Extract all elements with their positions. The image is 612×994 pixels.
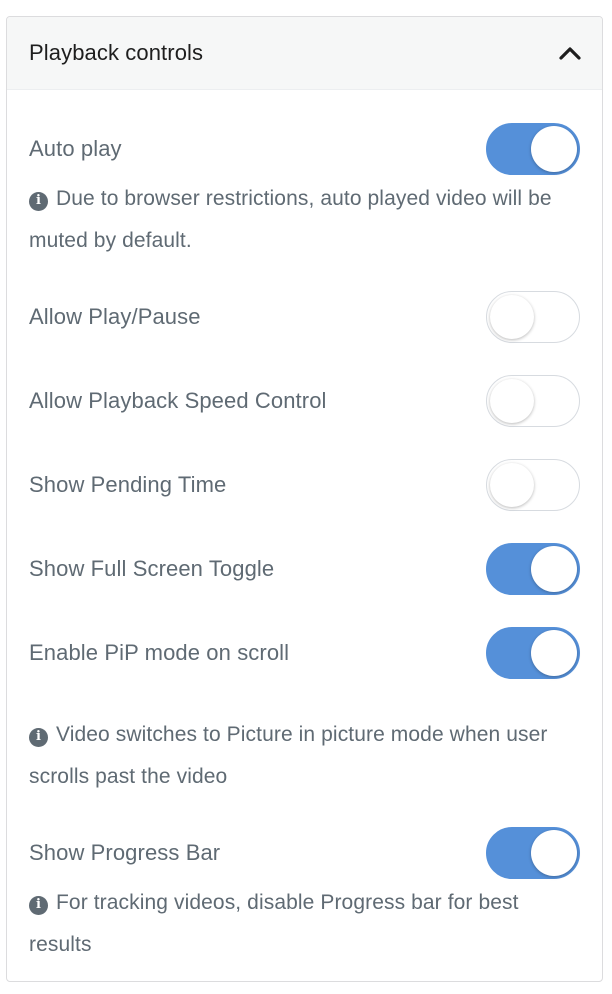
- pending-time-toggle[interactable]: [486, 459, 580, 511]
- setting-row-pending-time: Show Pending Time: [29, 459, 580, 511]
- setting-label-auto-play: Auto play: [29, 136, 122, 161]
- setting-label-playback-speed: Allow Playback Speed Control: [29, 388, 327, 413]
- playback-speed-toggle[interactable]: [486, 375, 580, 427]
- progress-bar-help-message: For tracking videos, disable Progress ba…: [29, 891, 519, 956]
- toggle-knob: [531, 126, 577, 172]
- play-pause-toggle[interactable]: [486, 291, 580, 343]
- toggle-knob: [490, 463, 534, 507]
- setting-row-playback-speed: Allow Playback Speed Control: [29, 375, 580, 427]
- auto-play-toggle[interactable]: [486, 123, 580, 175]
- pip-help-message: Video switches to Picture in picture mod…: [29, 723, 548, 788]
- full-screen-toggle[interactable]: [486, 543, 580, 595]
- auto-play-help-message: Due to browser restrictions, auto played…: [29, 187, 552, 252]
- info-icon: i: [29, 191, 48, 211]
- auto-play-help-text: i Due to browser restrictions, auto playe…: [29, 178, 580, 262]
- setting-label-play-pause: Allow Play/Pause: [29, 304, 201, 329]
- setting-label-full-screen: Show Full Screen Toggle: [29, 556, 275, 581]
- panel-header[interactable]: Playback controls: [7, 17, 602, 90]
- chevron-up-icon[interactable]: [558, 41, 582, 65]
- panel-title: Playback controls: [29, 40, 204, 65]
- toggle-knob: [490, 379, 534, 423]
- playback-controls-panel: Playback controls Auto play i Due to brow…: [6, 16, 603, 982]
- setting-row-play-pause: Allow Play/Pause: [29, 291, 580, 343]
- toggle-knob: [490, 295, 534, 339]
- progress-bar-toggle[interactable]: [486, 827, 580, 879]
- progress-bar-help-text: i For tracking videos, disable Progress b…: [29, 882, 580, 966]
- setting-row-full-screen: Show Full Screen Toggle: [29, 543, 580, 595]
- toggle-knob: [531, 546, 577, 592]
- info-icon: i: [29, 895, 48, 915]
- setting-row-pip: Enable PiP mode on scroll: [29, 627, 580, 679]
- pip-help-text: i Video switches to Picture in picture mo…: [29, 714, 580, 798]
- info-icon: i: [29, 727, 48, 747]
- toggle-knob: [531, 830, 577, 876]
- pip-toggle[interactable]: [486, 627, 580, 679]
- setting-label-pending-time: Show Pending Time: [29, 472, 227, 497]
- setting-row-auto-play: Auto play: [29, 123, 580, 175]
- setting-label-progress-bar: Show Progress Bar: [29, 840, 221, 865]
- setting-label-pip: Enable PiP mode on scroll: [29, 640, 290, 665]
- setting-row-progress-bar: Show Progress Bar: [29, 827, 580, 879]
- toggle-knob: [531, 630, 577, 676]
